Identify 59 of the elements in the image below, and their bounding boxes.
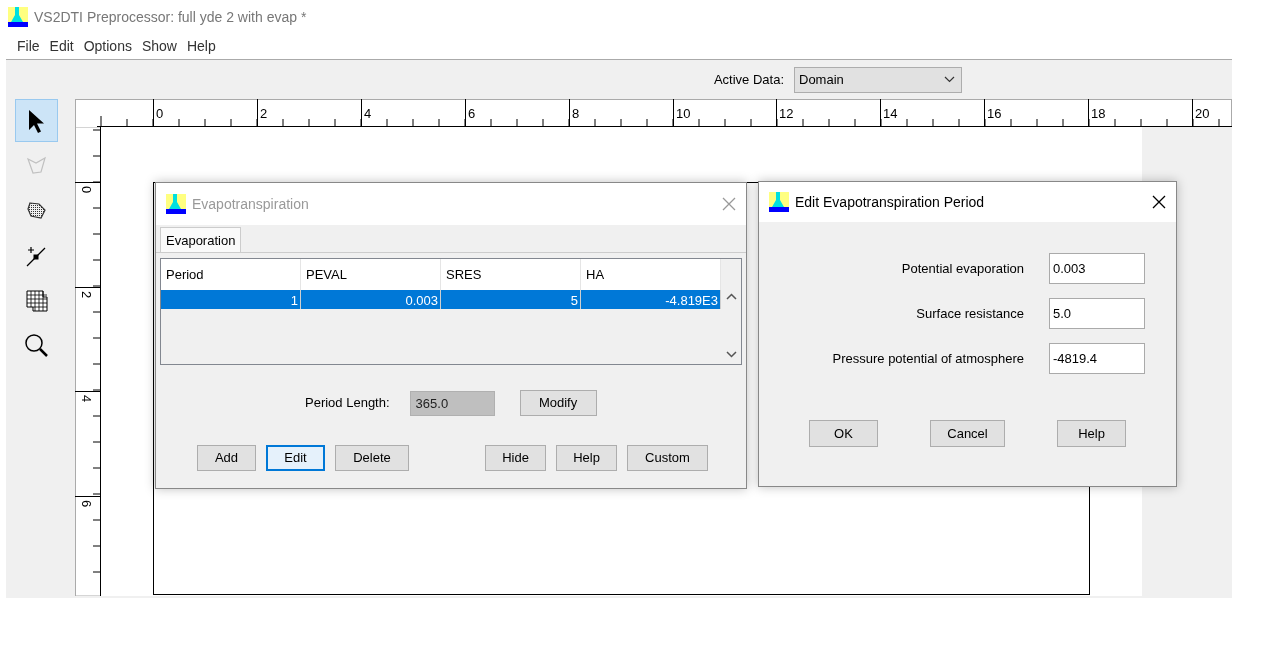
input-field[interactable]: -4819.4 — [1049, 343, 1145, 374]
dialog-button[interactable]: Add — [197, 445, 256, 471]
scroll-up-icon — [725, 293, 737, 300]
dialog-title: Evapotranspiration — [192, 194, 310, 214]
ruler-label: 14 — [883, 106, 898, 121]
dialog-button[interactable]: Edit — [266, 445, 325, 471]
app-icon — [769, 192, 789, 212]
menu-item[interactable]: Options — [78, 36, 137, 57]
chevron-down-icon — [944, 76, 955, 83]
column-header[interactable]: SRES — [441, 259, 581, 290]
dialog-button[interactable]: Help — [1057, 420, 1126, 447]
active-data-label: Active Data: — [713, 70, 784, 89]
app-icon — [166, 194, 186, 214]
ruler-label: 16 — [987, 106, 1002, 121]
table-cell[interactable]: 5 — [441, 290, 581, 309]
scroll-down-icon — [725, 351, 737, 358]
table-cell[interactable]: 0.003 — [301, 290, 441, 309]
table-cell[interactable]: -4.819E3 — [581, 290, 721, 309]
table-cell[interactable]: 1 — [161, 290, 301, 309]
ruler-label: 2 — [79, 291, 94, 299]
ruler-label: 18 — [1091, 106, 1106, 121]
ruler-label: 2 — [260, 106, 268, 121]
field-label: Potential evaporation — [900, 259, 1024, 278]
dialog-button[interactable]: Custom — [627, 445, 708, 471]
dialog-button[interactable]: Cancel — [930, 420, 1005, 447]
ruler-label: 0 — [79, 186, 94, 194]
ruler-label: 0 — [156, 106, 164, 121]
ruler-label: 4 — [79, 395, 94, 403]
dialog-button[interactable]: Hide — [485, 445, 546, 471]
input-field[interactable]: 5.0 — [1049, 298, 1145, 329]
field-label: Surface resistance — [915, 304, 1024, 323]
dialog-title: Edit Evapotranspiration Period — [795, 192, 986, 212]
field-label: Period Length: — [305, 394, 390, 413]
column-header[interactable]: HA — [581, 259, 721, 290]
pointer-tool[interactable] — [15, 99, 58, 142]
ruler-label: 8 — [572, 106, 580, 121]
menu-item[interactable]: Help — [181, 36, 221, 57]
ruler-label: 20 — [1195, 106, 1210, 121]
app-icon — [8, 7, 28, 27]
modify-button[interactable]: Modify — [519, 390, 597, 416]
ruler-label: 4 — [364, 106, 372, 121]
close-icon[interactable] — [1152, 195, 1166, 209]
column-header[interactable]: Period — [161, 259, 301, 290]
input-field[interactable]: 0.003 — [1049, 253, 1145, 284]
menu-item[interactable]: Show — [136, 36, 182, 57]
dialog-button[interactable]: OK — [809, 420, 878, 447]
ruler-label: 10 — [676, 106, 691, 121]
field-label: Pressure potential of atmosphere — [831, 349, 1024, 368]
window-title: VS2DTI Preprocessor: full yde 2 with evap * — [34, 7, 307, 27]
ruler-label: 6 — [79, 500, 94, 508]
menu-item[interactable]: Edit — [44, 36, 79, 57]
dialog-button[interactable]: Help — [556, 445, 617, 471]
column-header[interactable]: PEVAL — [301, 259, 441, 290]
tab[interactable]: Evaporation — [160, 227, 242, 252]
dialog-button[interactable]: Delete — [335, 445, 409, 471]
active-data-dropdown[interactable]: Domain — [794, 66, 962, 93]
menu-item[interactable]: File — [12, 36, 45, 57]
ruler-label: 12 — [779, 106, 794, 121]
ruler-label: 6 — [468, 106, 476, 121]
